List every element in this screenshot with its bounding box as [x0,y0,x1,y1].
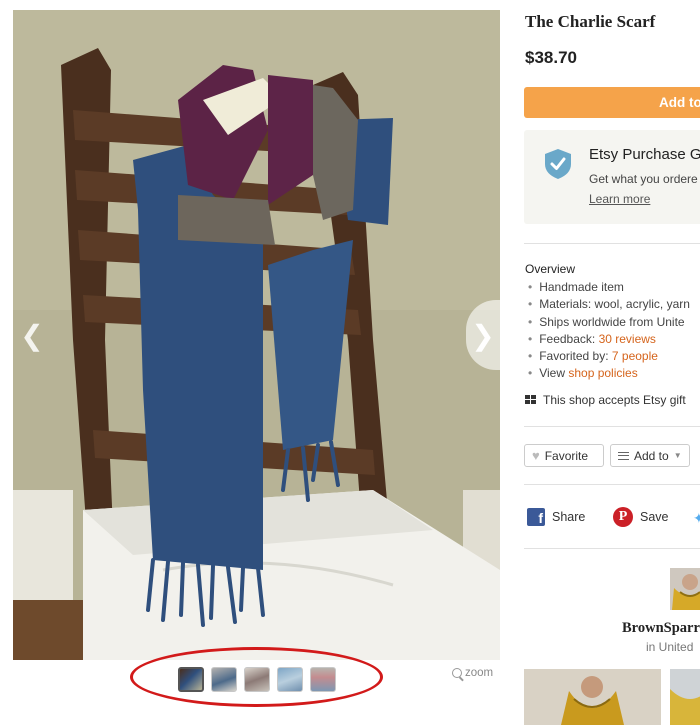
shop-location: in United [646,640,694,654]
magnifier-icon [452,668,462,678]
reviews-link[interactable]: 30 reviews [599,332,656,346]
list-icon [618,451,629,460]
favorite-button[interactable]: ♥ Favorite [524,444,604,467]
shop-avatar[interactable] [670,568,700,610]
overview-item-policies: View shop policies [528,365,690,382]
shop-policies-link[interactable]: shop policies [568,366,637,380]
divider [524,243,700,244]
shop-item-thumbnail[interactable] [670,669,700,725]
caret-down-icon: ▼ [673,451,682,460]
previous-image-arrow-icon[interactable]: ❮ [14,300,50,370]
overview-item-shipping: Ships worldwide from Unite [528,314,690,331]
divider [524,426,700,427]
gift-card-text: This shop accepts Etsy gift [543,393,686,407]
heart-icon: ♥ [532,448,540,463]
zoom-label: zoom [465,667,494,679]
shield-check-icon [545,149,571,179]
listing-title: The Charlie Scarf [525,12,656,31]
zoom-button[interactable]: zoom [452,667,493,679]
thumbnail-4[interactable] [277,667,303,692]
divider [524,548,700,549]
add-to-list-button[interactable]: Add to ▼ [610,444,690,467]
gift-card-icon [525,395,537,405]
overview-item-materials: Materials: wool, acrylic, yarn [528,296,690,313]
thumbnail-1[interactable] [178,667,204,692]
product-photo[interactable] [13,10,500,660]
feedback-prefix: Feedback: [539,331,599,346]
shop-avatar-image [670,568,700,610]
favorited-people-link[interactable]: 7 people [612,349,658,363]
favorite-label: Favorite [544,448,589,463]
twitter-icon[interactable]: ✦ [693,510,700,527]
overview-item-favorited: Favorited by: 7 people [528,348,690,365]
shop-item-thumbnail[interactable] [524,669,661,725]
pinterest-save-label: Save [640,510,669,524]
add-to-label: Add to [634,448,669,463]
scarf-on-chair-image [13,10,500,660]
thumbnail-strip [178,667,336,692]
shop-item-image [670,669,700,725]
facebook-share-label: Share [552,510,586,524]
shop-name-link[interactable]: BrownSparr [622,620,700,637]
purchase-protection-title: Etsy Purchase G [589,146,700,163]
divider [524,484,700,485]
policies-prefix: View [539,366,569,381]
favorited-prefix: Favorited by: [539,349,612,364]
purchase-protection-subtitle: Get what you ordere [589,172,698,186]
thumbnail-3[interactable] [244,667,270,692]
learn-more-link[interactable]: Learn more [589,192,650,206]
thumbnail-2[interactable] [211,667,237,692]
facebook-icon: f [527,508,545,526]
gift-card-notice: This shop accepts Etsy gift [525,393,686,407]
pinterest-save-button[interactable]: P Save [613,507,669,527]
shop-item-image [524,669,661,725]
overview-item-handmade: Handmade item [528,279,690,296]
thumbnail-5[interactable] [310,667,336,692]
overview-item-feedback: Feedback: 30 reviews [528,331,690,348]
facebook-share-button[interactable]: f Share [527,507,585,527]
purchase-protection-box: Etsy Purchase G Get what you ordere Lear… [524,130,700,224]
overview-heading: Overview [525,262,576,276]
listing-price: $38.70 [525,48,577,67]
overview-list: Handmade item Materials: wool, acrylic, … [528,279,690,383]
add-to-cart-button[interactable]: Add to [524,87,700,118]
pinterest-icon: P [613,507,633,527]
